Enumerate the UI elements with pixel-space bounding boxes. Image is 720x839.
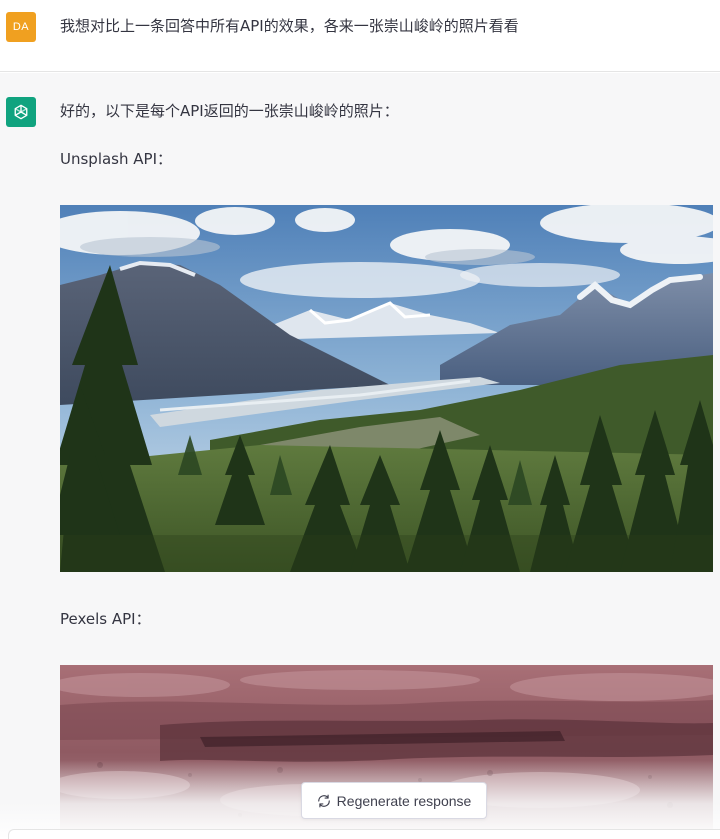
pexels-api-label: Pexels API： (60, 610, 151, 628)
regenerate-response-button[interactable]: Regenerate response (301, 782, 487, 819)
regenerate-response-label: Regenerate response (336, 792, 472, 809)
openai-logo-icon (14, 104, 28, 120)
unsplash-api-label: Unsplash API： (60, 150, 173, 168)
assistant-intro-text: 好的，以下是每个API返回的一张崇山峻岭的照片： (60, 102, 399, 120)
refresh-icon (317, 794, 331, 808)
user-message-text: 我想对比上一条回答中所有API的效果，各来一张崇山峻岭的照片看看 (60, 17, 519, 35)
user-message-row: DA 我想对比上一条回答中所有API的效果，各来一张崇山峻岭的照片看看 (0, 0, 720, 72)
input-area-edge (8, 829, 720, 839)
assistant-message-row: 好的，以下是每个API返回的一张崇山峻岭的照片： Unsplash API： P… (0, 73, 720, 839)
assistant-avatar (6, 97, 36, 127)
mountain-lake-forest-photo (60, 205, 713, 572)
user-avatar: DA (6, 12, 36, 42)
